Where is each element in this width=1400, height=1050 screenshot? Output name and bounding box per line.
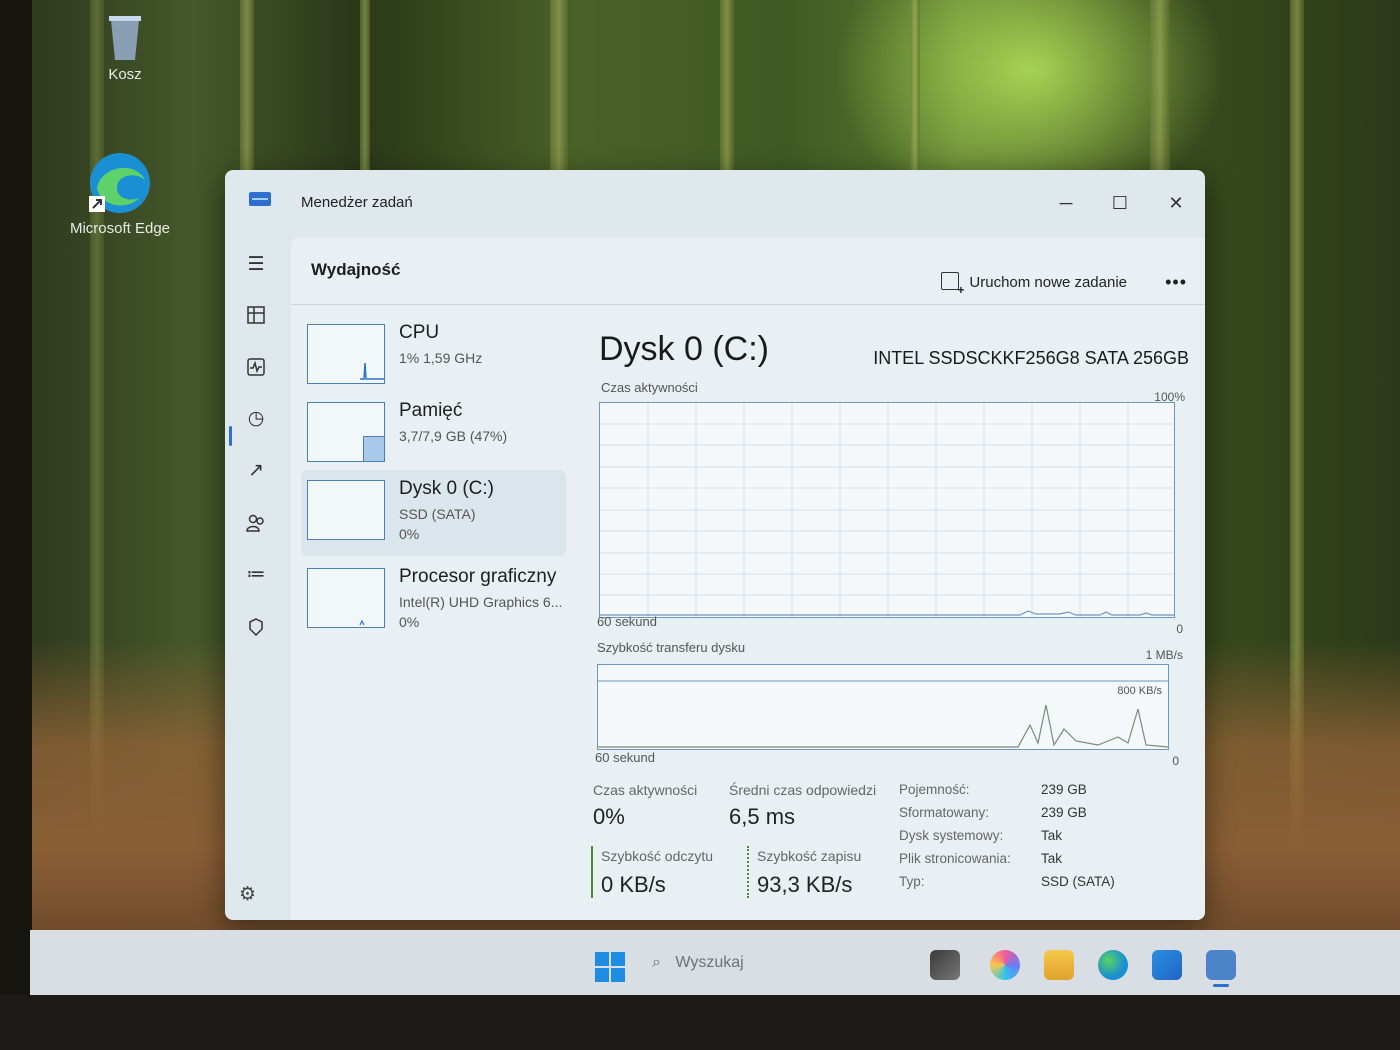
file-explorer-icon[interactable] <box>1044 950 1074 980</box>
settings-icon[interactable]: ⚙ <box>239 883 256 906</box>
performance-icon[interactable] <box>239 350 273 384</box>
search-placeholder: Wyszukaj <box>675 954 744 971</box>
performance-page: Wydajność Uruchom nowe zadanie ••• CPU 1… <box>291 238 1205 920</box>
resource-name: Procesor graficzny <box>399 566 557 587</box>
start-button[interactable] <box>595 952 625 982</box>
more-options-button[interactable]: ••• <box>1165 272 1187 293</box>
active-time-graph-plot <box>600 403 1174 617</box>
task-manager-icon[interactable] <box>1206 950 1236 980</box>
active-time-graph-xlabel: 60 sekund <box>597 614 657 629</box>
recycle-bin-icon <box>109 16 141 60</box>
details-icon[interactable]: ≔ <box>239 558 273 592</box>
write-speed-label: Szybkość zapisu <box>757 848 862 864</box>
page-header: Wydajność Uruchom nowe zadanie ••• <box>291 238 1205 305</box>
resource-name: Dysk 0 (C:) <box>399 478 494 499</box>
active-time-graph <box>599 402 1175 618</box>
startup-icon[interactable]: ↗ <box>239 454 273 488</box>
resource-detail: SSD (SATA) <box>399 506 476 522</box>
resource-detail: 3,7/7,9 GB (47%) <box>399 428 508 444</box>
page-title: Wydajność <box>311 260 401 279</box>
resource-item-cpu[interactable]: CPU 1% 1,59 GHz <box>301 314 566 392</box>
capacity-label: Pojemność: <box>899 782 970 797</box>
disk-title: Dysk 0 (C:) <box>599 330 769 368</box>
transfer-graph-label: Szybkość transferu dysku <box>597 640 746 655</box>
read-speed-label: Szybkość odczytu <box>601 848 714 864</box>
title-bar[interactable]: Menedżer zadań ─ ☐ ✕ <box>225 170 1205 230</box>
page-file-value: Tak <box>1041 851 1063 866</box>
type-value: SSD (SATA) <box>1041 874 1115 889</box>
minimize-button[interactable]: ─ <box>1043 188 1089 218</box>
read-speed-indicator <box>591 846 593 898</box>
transfer-rate-graph: 800 KB/s <box>597 664 1169 750</box>
active-time-stat-label: Czas aktywności <box>593 782 698 798</box>
memory-thumbnail-graph <box>307 402 385 462</box>
formatted-value: 239 GB <box>1041 805 1087 820</box>
monitor-bezel-bottom <box>0 995 1400 1050</box>
gpu-thumbnail-graph <box>307 568 385 628</box>
nav-active-indicator <box>229 426 232 446</box>
task-manager-icon <box>249 192 271 206</box>
transfer-graph-min: 0 <box>1172 754 1179 768</box>
desktop-icon-recycle-bin[interactable]: Kosz <box>90 12 160 83</box>
resource-detail: 1% 1,59 GHz <box>399 350 483 366</box>
new-task-icon <box>941 272 964 297</box>
formatted-label: Sformatowany: <box>899 805 990 820</box>
desktop-icon-label: Microsoft Edge <box>69 220 171 237</box>
store-icon[interactable] <box>1152 950 1182 980</box>
disk-model: INTEL SSDSCKKF256G8 SATA 256GB <box>873 348 1189 368</box>
active-time-graph-label: Czas aktywności <box>601 380 698 395</box>
desktop-icon-label: Kosz <box>108 66 142 83</box>
resource-item-gpu[interactable]: Procesor graficzny Intel(R) UHD Graphics… <box>301 558 566 644</box>
resource-item-memory[interactable]: Pamięć 3,7/7,9 GB (47%) <box>301 392 566 470</box>
run-new-task-button[interactable]: Uruchom nowe zadanie <box>941 272 1127 297</box>
write-speed-value: 93,3 KB/s <box>757 872 853 897</box>
close-button[interactable]: ✕ <box>1153 188 1199 218</box>
read-speed-value: 0 KB/s <box>601 872 666 897</box>
system-disk-value: Tak <box>1041 828 1063 843</box>
edge-icon[interactable] <box>1098 950 1128 980</box>
write-speed-indicator <box>747 846 749 898</box>
processes-icon[interactable] <box>239 298 273 332</box>
disk-thumbnail-graph <box>307 480 385 540</box>
resource-usage: 0% <box>399 526 420 542</box>
resource-item-disk[interactable]: Dysk 0 (C:) SSD (SATA) 0% <box>301 470 566 556</box>
active-time-graph-min: 0 <box>1176 622 1183 636</box>
search-icon: ⌕ <box>652 954 661 971</box>
desktop-icon-edge[interactable]: Microsoft Edge <box>60 150 180 237</box>
active-time-stat-value: 0% <box>593 804 625 829</box>
app-history-icon[interactable]: ◷ <box>239 402 273 436</box>
resource-name: CPU <box>399 322 440 343</box>
users-icon[interactable] <box>239 506 273 540</box>
menu-icon[interactable]: ☰ <box>239 248 273 282</box>
resource-name: Pamięć <box>399 400 463 421</box>
copilot-icon[interactable] <box>990 950 1020 980</box>
task-manager-window: Menedżer zadań ─ ☐ ✕ ☰ ◷ ↗ ≔ ⚙ Wydajność… <box>225 170 1205 920</box>
widgets-icon[interactable] <box>930 950 960 980</box>
response-time-stat-value: 6,5 ms <box>729 804 796 829</box>
taskbar: ⌕ Wyszukaj <box>30 930 1400 995</box>
services-icon[interactable] <box>239 610 273 644</box>
resource-detail: Intel(R) UHD Graphics 6... <box>399 594 563 610</box>
edge-icon <box>89 153 150 213</box>
transfer-graph-max: 1 MB/s <box>1145 648 1183 662</box>
transfer-graph-inner-scale: 800 KB/s <box>1117 685 1162 697</box>
capacity-value: 239 GB <box>1041 782 1087 797</box>
system-disk-label: Dysk systemowy: <box>899 828 1004 843</box>
transfer-rate-graph-plot <box>598 680 1168 748</box>
page-file-label: Plik stronicowania: <box>899 851 1011 866</box>
resource-usage: 0% <box>399 614 420 630</box>
window-title: Menedżer zadań <box>301 194 413 211</box>
taskbar-search[interactable]: ⌕ Wyszukaj <box>652 954 744 972</box>
running-indicator <box>1213 984 1229 987</box>
cpu-thumbnail-graph <box>307 324 385 384</box>
monitor-bezel <box>0 0 32 1050</box>
response-time-stat-label: Średni czas odpowiedzi <box>729 782 877 798</box>
nav-rail: ☰ ◷ ↗ ≔ ⚙ <box>225 240 287 920</box>
type-label: Typ: <box>899 874 925 889</box>
transfer-graph-xlabel: 60 sekund <box>595 750 655 765</box>
run-new-task-label: Uruchom nowe zadanie <box>969 274 1127 291</box>
maximize-button[interactable]: ☐ <box>1097 188 1143 218</box>
